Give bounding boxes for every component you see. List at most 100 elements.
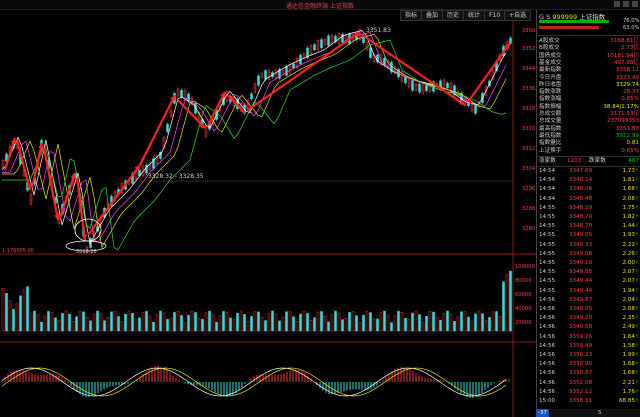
tick-time: 14:55 [539,214,556,220]
volume-bar [43,315,47,332]
tick-time: 14:55 [539,260,556,266]
tick-time: 14:55 [539,269,556,276]
volume-bar [337,312,341,332]
volume-bar [218,315,222,332]
volume-bar [138,317,141,332]
volume-bar [260,317,264,332]
volume-bar [327,321,330,332]
tick-price: 3349.58 [569,324,593,331]
volume-bar [225,311,229,332]
stat-label: 上证换手 [539,147,562,154]
tick-arrow-icon: ↑ [634,223,639,230]
tick-price: 3348.14 [569,177,593,184]
volume-bar [407,319,411,332]
close-button[interactable] [632,1,638,7]
stat-value: 497.98亿 [613,59,639,66]
volume-bar [201,318,204,332]
volume-bar [120,321,124,332]
volume-bar [344,318,348,332]
status-left[interactable]: -37 [536,409,549,417]
volume-bar [288,311,292,332]
tick-arrow-icon: ↑ [634,388,639,395]
ratio-bar-2 [539,26,599,29]
volume-bar [85,316,89,332]
volume-bar [250,316,253,332]
tick-arrow-icon: ↑ [634,232,639,239]
stat-label: 总成交额 [539,111,562,117]
tick-price: 3350.23 [569,352,593,358]
volume-bar [232,319,236,332]
volume-bar [365,310,369,332]
tick-price: 3349.87 [569,296,593,303]
tick-volume: 1.99 [622,352,635,358]
volume-bar [239,310,243,332]
tick-row: 14:56 3359.26 1.64 ↑ [539,334,639,341]
candle [418,83,421,93]
volume-bar [82,311,85,332]
tick-time: 14:56 [539,333,556,340]
volume-bar [351,311,355,332]
volume-bar [376,318,379,332]
candle [180,89,183,98]
tick-row: 14:54 3347.69 1.73 ↑ [539,168,639,175]
tick-row: 14:55 3349.44 2.07 ↑ [539,278,639,285]
stat-row: 国债成交 10181.94亿 [539,53,639,60]
stat-label: 基金成交 [539,59,562,66]
minimize-button[interactable] [614,1,620,7]
volume-bar [418,314,421,332]
tick-row: 14:55 3349.05 1.93 ↑ [539,232,639,239]
tick-row: 14:56 3349.20 2.35 ↑ [539,315,639,322]
volume-bar [68,313,71,332]
stat-row: 昨日收盘 3329.74 [539,82,639,89]
tick-volume: 1.76 [622,388,635,395]
volume-bar [61,313,64,332]
tick-time: 14:55 [539,278,556,285]
tick-volume: 1.81 [622,177,635,184]
candle [145,164,148,174]
candle [285,65,288,76]
tick-row: 14:54 3348.26 1.68 ↑ [539,186,639,193]
volume-bar [456,316,460,332]
tick-price: 3349.08 [569,250,593,257]
tick-time: 14:55 [539,287,556,294]
tick-time: 14:55 [539,204,556,211]
tick-row: 14:56 3349.05 2.08 ↑ [539,306,639,313]
volume-bar [292,316,295,332]
volume-bar [334,310,337,332]
volume-bar [26,286,29,332]
tick-row: 14:56 3352.08 2.21 ↑ [539,380,639,387]
volume-bar [113,311,117,332]
volume-bar [54,317,57,332]
tick-price: 3349.44 [569,278,593,285]
status-right[interactable]: 5 [596,409,604,417]
volume-bar [187,315,190,332]
macd-line [1,367,507,397]
volume-bar [197,318,201,332]
tick-arrow-icon: ↑ [634,370,639,377]
volume-bar [421,321,425,332]
tick-price: 3348.70 [569,214,593,220]
volume-bar [124,314,127,332]
volume-bar [411,312,414,332]
stat-value: 3171.53亿 [610,111,639,117]
tick-time: 14:54 [539,177,556,184]
tick-time: 14:54 [539,168,556,174]
maximize-button[interactable] [623,1,629,7]
tick-arrow-icon: ↑ [634,361,639,368]
volume-bar [449,313,453,332]
tick-arrow-icon: ↑ [634,315,639,322]
stat-value: 3329.74 [615,81,639,88]
volume-bar [495,311,498,332]
tick-volume: 1.44 [622,223,635,230]
tick-row: 14:55 3349.44 1.94 ↑ [539,288,639,295]
volume-bar [467,316,470,332]
kline-chart[interactable]: 3351.83 3328.32 - 3328.35 3313.28 1 1760… [0,10,536,417]
tick-volume: 1.75 [622,204,635,211]
volume-bar [358,322,362,332]
stat-label: 指数量比 [539,140,562,147]
tick-volume: 2.07 [622,269,635,276]
volume-bar [379,312,383,332]
window-controls [614,1,638,7]
tick-arrow-icon: ↑ [634,352,639,358]
candle [327,35,330,46]
